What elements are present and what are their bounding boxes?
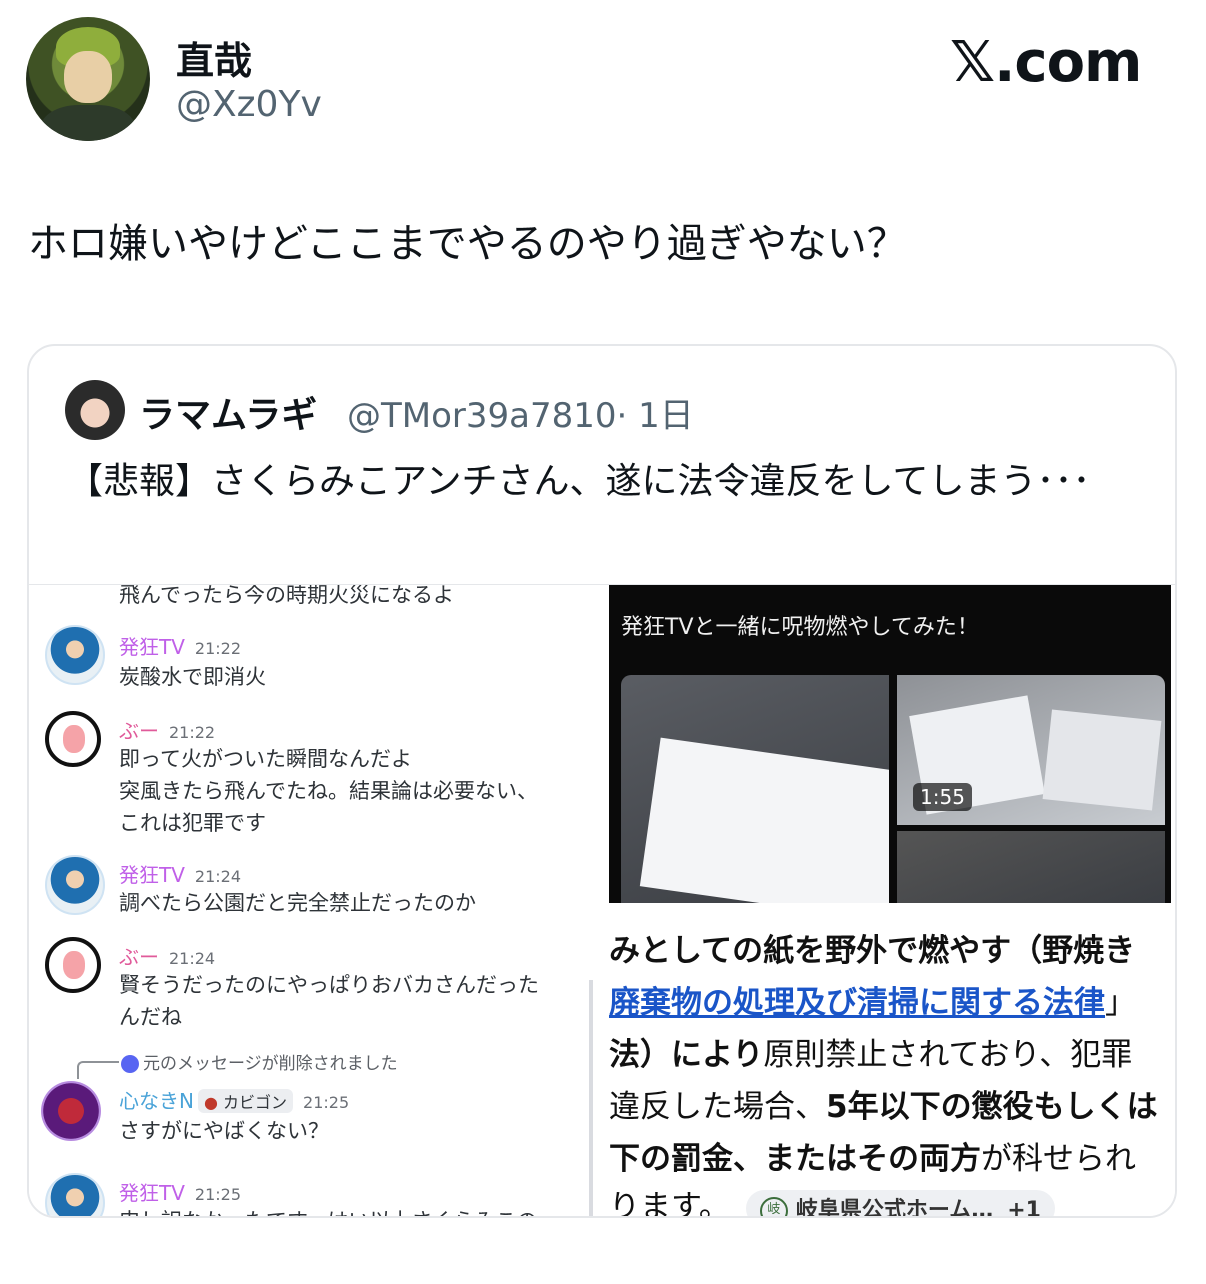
quoted-age: · 1日: [616, 396, 694, 436]
article-line: 下の罰金、またはその両方が科せられ: [609, 1141, 1136, 1177]
quoted-handle[interactable]: @TMor39a7810: [347, 396, 617, 436]
tweet-text: ホロ嫌いやけどここまでやるのやり過ぎやない？: [28, 221, 907, 267]
quoted-media[interactable]: 飛んでったら今の時期火災になるよ 発狂TV 21:22 炭酸水で即消火 ぶー 21:…: [29, 584, 1175, 1216]
chat-cut-line: 飛んでったら今の時期火災になるよ: [119, 585, 454, 607]
user-avatar: [45, 711, 101, 767]
x-logo: 𝕏.com: [950, 30, 1142, 95]
chat-line: これは犯罪です: [119, 811, 266, 835]
role-tag: ● カビゴン: [197, 1089, 294, 1113]
chat-time: 21:25: [303, 1093, 350, 1112]
author-name[interactable]: 直哉: [176, 30, 252, 85]
chat-time: 21:25: [194, 1185, 242, 1204]
article-line: 違反した場合、5年以下の懲役もしくは: [609, 1089, 1158, 1125]
discord-icon: [121, 1055, 139, 1073]
quoted-handle-and-age: @TMor39a7810· 1日: [347, 388, 694, 437]
user-avatar: [45, 855, 105, 915]
gifu-emblem-icon: 岐: [759, 1197, 788, 1216]
chat-line: 突風きたら飛んでたね。結果論は必要ない、: [119, 779, 538, 803]
video-title: 発狂TVと一緒に呪物燃やしてみた！: [621, 615, 979, 640]
chat-line: 炭酸水で即消火: [119, 665, 266, 689]
chat-user: ぶー: [119, 719, 159, 743]
chat-user: 心なきN: [119, 1089, 194, 1113]
chat-line: 賢そうだったのにやっぱりおバカさんだった: [119, 973, 539, 997]
article-line: 法）により原則禁止されており、犯罪: [609, 1037, 1133, 1073]
video-panel[interactable]: 発狂TVと一緒に呪物燃やしてみた！ 1:55: [609, 585, 1171, 903]
chat-line: 即って火がついた瞬間なんだよ: [119, 747, 412, 771]
quoted-text: 【悲報】さくらみこアンチさん、遂に法令違反をしてしまう･･･: [67, 461, 1091, 502]
chat-time: 21:22: [194, 639, 242, 658]
user-avatar: [45, 937, 101, 993]
chat-user: 発狂TV: [119, 635, 185, 659]
law-link[interactable]: 廃棄物の処理及び清掃に関する法律: [609, 985, 1105, 1021]
user-avatar: [45, 625, 105, 685]
article-line: 廃棄物の処理及び清掃に関する法律」: [609, 985, 1136, 1021]
video-duration: 1:55: [913, 783, 972, 811]
article-line: ります。岐岐阜県公式ホーム… +1: [609, 1181, 1055, 1216]
author-handle[interactable]: @Xz0Yv: [176, 84, 322, 125]
article-line: みとしての紙を野外で燃やす（野焼き: [609, 933, 1136, 969]
user-avatar: [45, 1173, 105, 1216]
video-thumbnail[interactable]: [897, 831, 1165, 903]
video-thumbnail[interactable]: [621, 675, 889, 903]
user-avatar: [41, 1081, 101, 1141]
chat-user: ぶー: [119, 945, 159, 969]
reply-note: 元のメッセージが削除されました: [121, 1049, 398, 1074]
chat-time: 21:24: [194, 867, 242, 886]
reply-connector: [77, 1061, 119, 1079]
chat-line: んだね: [119, 1005, 182, 1029]
author-avatar[interactable]: [26, 17, 150, 141]
chat-user: 発狂TV: [119, 1181, 185, 1205]
image-divider: [589, 980, 593, 1216]
article-screenshot[interactable]: 発狂TVと一緒に呪物燃やしてみた！ 1:55 みとしての紙を野外で燃やす（野焼き…: [609, 585, 1175, 1216]
chat-line: 調べたら公園だと完全禁止だったのか: [119, 891, 476, 915]
chat-user: 発狂TV: [119, 863, 185, 887]
source-chip[interactable]: 岐岐阜県公式ホーム… +1: [745, 1190, 1055, 1216]
chat-time: 21:22: [169, 723, 216, 742]
quoted-tweet[interactable]: ラマムラギ @TMor39a7810· 1日 【悲報】さくらみこアンチさん、遂に…: [27, 344, 1177, 1218]
chat-line: 申し訳なかったです、はい以上さくらみこの: [119, 1205, 537, 1216]
chat-line: さすがにやばくない？: [119, 1119, 329, 1143]
quoted-avatar[interactable]: [65, 380, 125, 440]
chat-screenshot[interactable]: 飛んでったら今の時期火災になるよ 発狂TV 21:22 炭酸水で即消火 ぶー 21:…: [29, 585, 597, 1216]
chat-time: 21:24: [169, 949, 216, 968]
quoted-name[interactable]: ラマムラギ: [139, 386, 317, 438]
